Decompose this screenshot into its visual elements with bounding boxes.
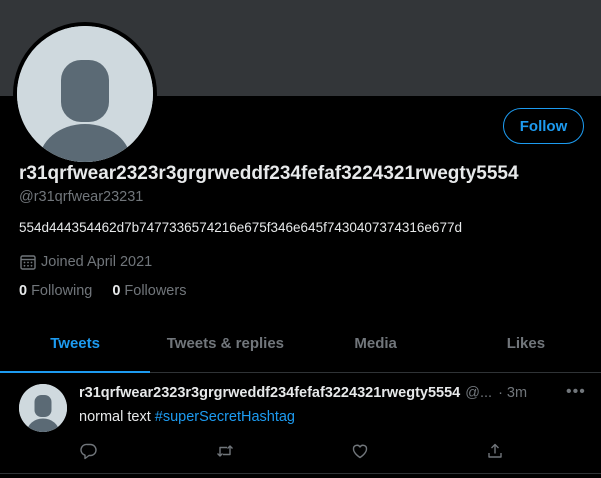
tweet-text-plain: normal text — [79, 409, 155, 425]
profile-avatar-frame — [13, 22, 157, 166]
follow-stats: 0 Following 0 Followers — [19, 283, 186, 299]
profile-display-name: r31qrfwear2323r3grgrweddf234fefaf3224321… — [19, 163, 519, 184]
share-icon[interactable] — [485, 441, 505, 461]
tab-tweets-and-replies[interactable]: Tweets & replies — [150, 314, 300, 372]
joined-text: Joined April 2021 — [41, 254, 153, 270]
tweet-header: r31qrfwear2323r3grgrweddf234fefaf3224321… — [79, 385, 527, 401]
tweet-actions — [79, 441, 509, 463]
tab-likes[interactable]: Likes — [451, 314, 601, 372]
retweet-icon[interactable] — [215, 441, 235, 461]
tweet-separator: · — [498, 385, 503, 401]
tweet-timestamp[interactable]: 3m — [507, 385, 527, 401]
tab-label: Tweets — [50, 334, 100, 352]
tweet-author-name[interactable]: r31qrfwear2323r3grgrweddf234fefaf3224321… — [79, 385, 460, 401]
follow-button[interactable]: Follow — [503, 108, 584, 144]
following-label: Following — [31, 283, 93, 299]
following-link[interactable]: 0 Following — [19, 283, 92, 299]
followers-label: Followers — [124, 283, 187, 299]
heart-icon[interactable] — [350, 441, 370, 461]
default-avatar-icon — [19, 384, 67, 432]
followers-link[interactable]: 0 Followers — [112, 283, 186, 299]
tweet-hashtag[interactable]: #superSecretHashtag — [155, 409, 295, 425]
more-icon[interactable]: ••• — [566, 383, 586, 401]
tab-media[interactable]: Media — [301, 314, 451, 372]
tab-label: Media — [354, 334, 397, 352]
profile-bio: 554d444354462d7b7477336574216e675f346e64… — [19, 220, 462, 235]
tweet[interactable]: r31qrfwear2323r3grgrweddf234fefaf3224321… — [0, 373, 601, 474]
profile-handle: @r31qrfwear23231 — [19, 189, 144, 205]
default-avatar-icon — [17, 26, 153, 162]
following-count: 0 — [19, 283, 28, 299]
followers-count: 0 — [112, 283, 121, 299]
reply-icon[interactable] — [79, 441, 99, 461]
calendar-icon — [19, 253, 37, 271]
tweet-author-handle[interactable]: @... — [465, 385, 492, 401]
tweet-text: normal text #superSecretHashtag — [79, 409, 295, 425]
profile-tabs: Tweets Tweets & replies Media Likes — [0, 314, 601, 373]
avatar[interactable] — [17, 26, 153, 162]
profile-page: Follow r31qrfwear2323r3grgrweddf234fefaf… — [0, 0, 601, 478]
tab-label: Tweets & replies — [166, 334, 285, 352]
tweet-avatar[interactable] — [19, 384, 67, 432]
tab-tweets[interactable]: Tweets — [0, 314, 151, 373]
tab-label: Likes — [506, 334, 546, 352]
joined-date: Joined April 2021 — [19, 253, 152, 271]
